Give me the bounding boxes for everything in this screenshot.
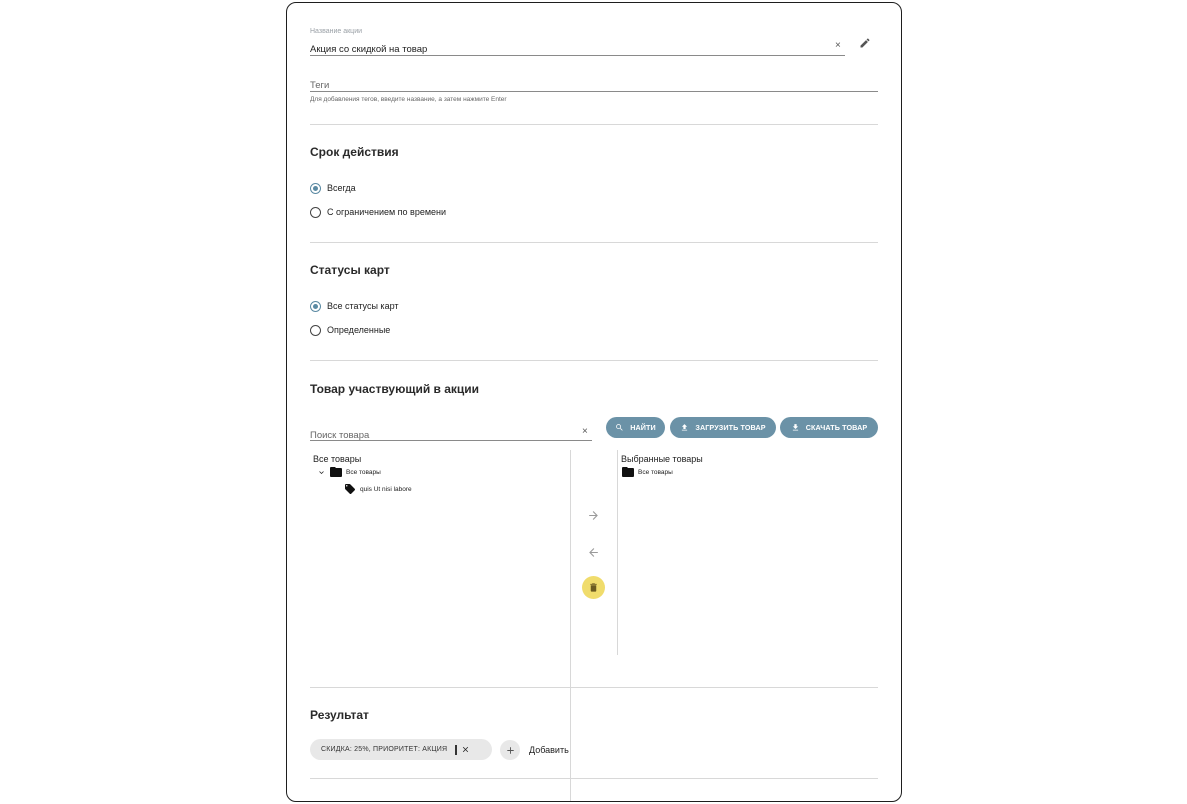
product-search-underline — [310, 440, 592, 441]
tree-node-label: Все товары — [638, 468, 673, 476]
find-button-label: НАЙТИ — [630, 423, 656, 432]
delete-button[interactable] — [582, 576, 605, 599]
column-divider — [617, 450, 618, 655]
products-title: Товар участвующий в акции — [310, 382, 480, 396]
result-chip[interactable]: СКИДКА: 25%, ПРИОРИТЕТ: АКЦИЯ — [310, 739, 492, 760]
card-status-option-label: Определенные — [327, 325, 391, 335]
result-title: Результат — [310, 708, 369, 722]
radio-checked-icon[interactable] — [310, 300, 321, 312]
selected-products-title: Выбранные товары — [621, 454, 703, 464]
find-button[interactable]: НАЙТИ — [606, 417, 665, 438]
validity-title: Срок действия — [310, 145, 399, 159]
close-icon[interactable]: × — [582, 427, 588, 437]
add-result-button[interactable] — [500, 740, 520, 760]
folder-icon — [622, 467, 634, 477]
tags-underline — [310, 91, 878, 92]
trash-icon — [590, 583, 597, 592]
promo-name-underline — [310, 55, 845, 56]
promo-name-label: Название акции — [310, 28, 363, 35]
validity-option-label: Всегда — [327, 183, 356, 193]
arrow-left-icon[interactable] — [585, 544, 601, 560]
search-icon — [616, 424, 623, 431]
upload-product-button[interactable]: ЗАГРУЗИТЬ ТОВАР — [670, 417, 776, 438]
chevron-down-icon[interactable] — [317, 468, 326, 477]
add-result-label[interactable]: Добавить — [529, 745, 569, 755]
arrow-right-icon[interactable] — [585, 507, 601, 523]
tag-icon — [345, 484, 356, 495]
tree-node-label: quis Ut nisi labore — [360, 485, 412, 493]
card-status-option-specific[interactable]: Определенные — [310, 324, 390, 336]
radio-unchecked-icon[interactable] — [310, 206, 321, 218]
promo-name-input[interactable]: Акция со скидкой на товар — [310, 39, 845, 55]
tags-input[interactable]: Теги — [310, 75, 878, 91]
validity-option-always[interactable]: Всегда — [310, 182, 356, 194]
validity-option-label: С ограничением по времени — [327, 207, 447, 217]
divider — [310, 242, 878, 243]
product-search-input[interactable]: Поиск товара — [310, 425, 592, 441]
radio-checked-icon[interactable] — [310, 182, 321, 194]
validity-option-time-limited[interactable]: С ограничением по времени — [310, 206, 446, 218]
folder-icon — [330, 467, 342, 477]
close-icon[interactable] — [461, 745, 470, 754]
download-icon — [792, 424, 798, 431]
divider — [310, 360, 878, 361]
tags-placeholder: Теги — [310, 80, 330, 91]
result-chip-label: СКИДКА: 25%, ПРИОРИТЕТ: АКЦИЯ — [321, 746, 448, 753]
divider — [310, 687, 878, 688]
radio-unchecked-icon[interactable] — [310, 324, 321, 336]
tree-node-product[interactable]: quis Ut nisi labore — [344, 483, 412, 495]
all-products-title: Все товары — [313, 454, 362, 464]
divider — [310, 124, 878, 125]
download-product-label: СКАЧАТЬ ТОВАР — [805, 423, 868, 432]
chip-separator — [455, 744, 457, 755]
download-product-button[interactable]: СКАЧАТЬ ТОВАР — [780, 417, 878, 438]
column-divider — [570, 450, 571, 801]
card-statuses-title: Статусы карт — [310, 263, 390, 277]
upload-product-label: ЗАГРУЗИТЬ ТОВАР — [695, 423, 766, 432]
promo-form-card: Название акции Акция со скидкой на товар… — [286, 2, 902, 802]
selected-tree-node-root[interactable]: Все товары — [622, 467, 673, 477]
upload-icon — [682, 424, 688, 431]
close-icon[interactable]: × — [835, 41, 841, 51]
divider — [310, 778, 878, 779]
promo-name-value: Акция со скидкой на товар — [310, 44, 428, 55]
card-status-option-label: Все статусы карт — [327, 301, 399, 311]
tree-node-root[interactable]: Все товары — [317, 467, 381, 477]
pencil-icon[interactable] — [859, 36, 871, 54]
card-status-option-all[interactable]: Все статусы карт — [310, 300, 399, 312]
tree-node-label: Все товары — [346, 468, 381, 476]
plus-icon — [506, 746, 514, 754]
tags-hint: Для добавления тегов, введите название, … — [310, 96, 507, 103]
